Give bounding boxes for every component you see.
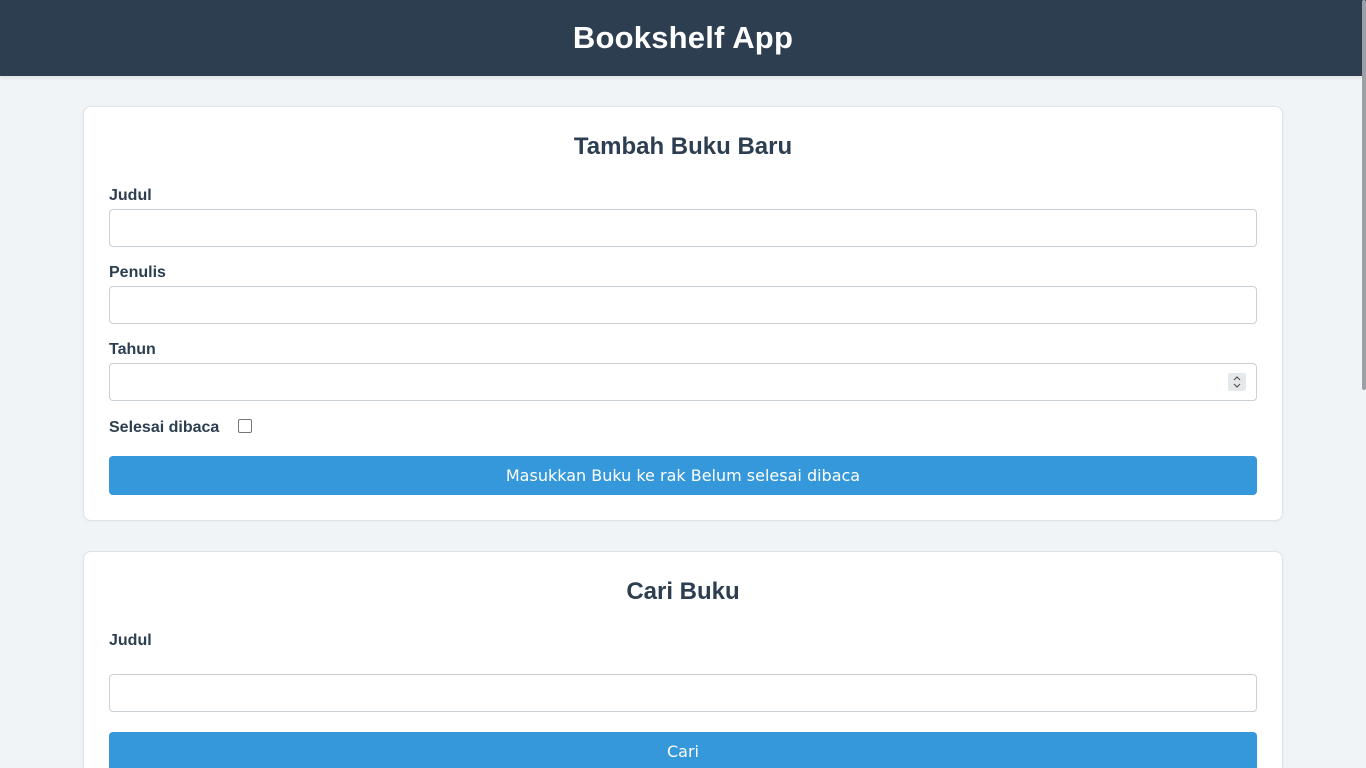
book-year-input[interactable] xyxy=(109,363,1257,401)
add-book-title: Tambah Buku Baru xyxy=(573,133,793,160)
book-author-label: Penulis xyxy=(109,264,166,281)
book-title-input[interactable] xyxy=(109,209,1257,247)
complete-checkbox[interactable] xyxy=(238,419,252,433)
add-book-button[interactable]: Masukkan Buku ke rak Belum selesai dibac… xyxy=(109,456,1257,495)
search-book-form: Cari Buku Judul Cari xyxy=(83,551,1283,768)
app-title: Bookshelf App xyxy=(572,20,794,55)
search-title-input[interactable] xyxy=(109,674,1257,712)
search-book-title: Cari Buku xyxy=(626,578,740,605)
spinner-up-icon xyxy=(1233,376,1241,381)
book-author-input[interactable] xyxy=(109,286,1257,324)
complete-label: Selesai dibaca xyxy=(109,419,220,436)
spinner-down-icon xyxy=(1233,383,1241,388)
book-year-label: Tahun xyxy=(109,341,156,358)
book-title-label: Judul xyxy=(109,187,152,204)
year-spinner[interactable] xyxy=(1228,373,1246,391)
app-header: Bookshelf App xyxy=(0,0,1366,76)
add-book-form: Tambah Buku Baru Judul Penulis Tahun Sel… xyxy=(83,106,1283,521)
search-title-label: Judul xyxy=(109,632,152,649)
page-scrollbar[interactable] xyxy=(1362,0,1366,390)
search-button[interactable]: Cari xyxy=(109,732,1257,768)
